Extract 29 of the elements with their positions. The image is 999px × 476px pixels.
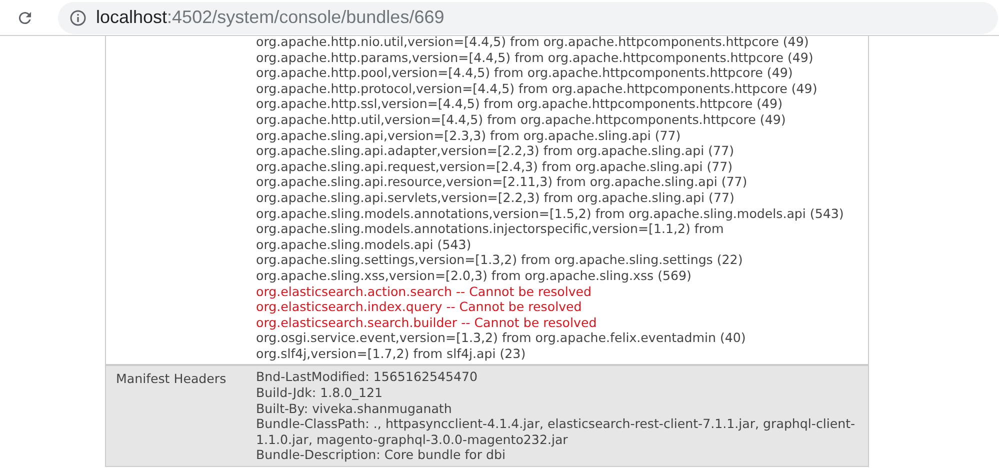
url-text: localhost:4502/system/console/bundles/669 [96, 6, 444, 29]
package-entry: org.apache.sling.api.request,version=[2.4,3) from org.apache.sling.api (77) [256, 158, 734, 174]
package-entry: org.osgi.service.event,version=[1.3,2) from org.apache.felix.eventadmin (40) [256, 330, 747, 346]
package-entry: org.apache.http.nio.util,version=[4.4,5) from org.apache.httpcomponents.httpcore (49) [256, 34, 810, 50]
row-label: Manifest Headers [116, 371, 226, 386]
package-entry: org.apache.http.pool,version=[4.4,5) from org.apache.httpcomponents.httpcore (49) [256, 65, 794, 81]
package-entry: org.apache.http.params,version=[4.4,5) from org.apache.httpcomponents.httpcore (49) [256, 50, 814, 66]
package-entry: org.apache.http.protocol,version=[4.4,5) from org.apache.httpcomponents.httpcore (49) [256, 80, 818, 96]
package-entry: org.apache.sling.models.annotations.injectorspecific,version=[1.1,2) from org.apache.sling.models.api (543) [256, 221, 725, 252]
package-entry: org.apache.http.ssl,version=[4.4,5) from org.apache.httpcomponents.httpcore (49) [256, 96, 784, 112]
unresolved-import: org.elasticsearch.index.query -- Cannot be resolved [256, 299, 583, 315]
unresolved-import: org.elasticsearch.search.builder -- Cannot be resolved [256, 314, 598, 330]
package-entry: org.apache.http.util,version=[4.4,5) from org.apache.httpcomponents.httpcore (49) [256, 112, 787, 128]
package-entry: Bundle-ClassPath: ., httpasyncclient-4.1.4.jar, elasticsearch-rest-client-7.1.1.jar, graphql-client-1.1.0.jar, magento-graphql-3.0.0-magento232.jar [256, 416, 856, 448]
package-entry: Build-Jdk: 1.8.0_121 [256, 385, 384, 401]
package-entry: org.apache.sling.settings,version=[1.3,2) from org.apache.sling.settings (22) [256, 252, 744, 268]
unresolved-import: org.elasticsearch.action.search -- Cannot be resolved [256, 284, 593, 300]
package-entry: Built-By: viveka.shanmuganath [256, 400, 453, 416]
package-entry: org.slf4j,version=[1.7,2) from slf4j.api (23) [256, 346, 527, 362]
package-entry: Bundle-Description: Core bundle for dbi [256, 447, 507, 464]
package-entry: org.apache.sling.xss,version=[2.0,3) from org.apache.sling.xss (569) [256, 268, 692, 284]
info-icon[interactable] [70, 10, 86, 26]
package-entry: org.apache.sling.api.adapter,version=[2.2,3) from org.apache.sling.api (77) [256, 143, 735, 159]
package-entry: org.apache.sling.api,version=[2.3,3) from org.apache.sling.api (77) [256, 128, 682, 144]
package-entry: org.apache.sling.api.resource,version=[2.11,3) from org.apache.sling.api (77) [256, 174, 748, 190]
package-entry: Bnd-LastModified: 1565162545470 [256, 369, 479, 386]
package-entry: org.apache.sling.api.servlets,version=[2.2,3) from org.apache.sling.api (77) [256, 190, 736, 206]
package-entry: org.apache.sling.models.annotations,version=[1.5,2) from org.apache.sling.models.api (543) [256, 206, 845, 222]
address-bar[interactable]: localhost:4502/system/console/bundles/669 [58, 2, 998, 34]
